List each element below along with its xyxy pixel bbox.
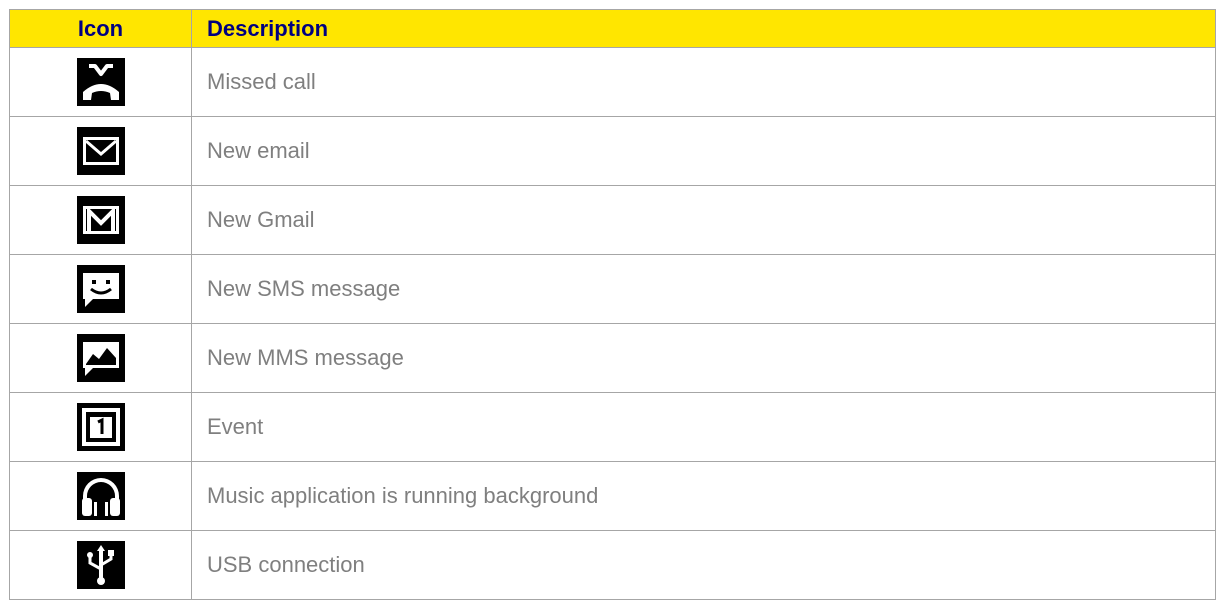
notification-icons-table: Icon Description Missed call New email N…	[9, 9, 1216, 600]
mms-message-icon	[76, 334, 125, 382]
icon-cell	[9, 530, 192, 600]
table-header-row: Icon Description	[9, 9, 1216, 48]
description-cell: New email	[191, 116, 1216, 186]
description-cell: Missed call	[191, 47, 1216, 117]
table-row: New Gmail	[9, 185, 1216, 255]
gmail-icon	[76, 196, 125, 244]
icon-cell	[9, 185, 192, 255]
icon-cell	[9, 47, 192, 117]
description-column-header: Description	[191, 9, 1216, 48]
email-icon	[76, 127, 125, 175]
icon-cell	[9, 116, 192, 186]
description-cell: Event	[191, 392, 1216, 462]
sms-message-icon	[76, 265, 125, 313]
icon-column-header: Icon	[9, 9, 192, 48]
table-row: New SMS message	[9, 254, 1216, 324]
description-cell: New MMS message	[191, 323, 1216, 393]
icon-cell	[9, 461, 192, 531]
table-row: Missed call	[9, 47, 1216, 117]
description-cell: New SMS message	[191, 254, 1216, 324]
table-row: Music application is running background	[9, 461, 1216, 531]
icon-cell	[9, 323, 192, 393]
description-cell: USB connection	[191, 530, 1216, 600]
missed-call-icon	[76, 58, 125, 106]
icon-cell	[9, 392, 192, 462]
table-row: New MMS message	[9, 323, 1216, 393]
table-row: Event	[9, 392, 1216, 462]
icon-cell	[9, 254, 192, 324]
calendar-event-icon	[76, 403, 125, 451]
table-row: New email	[9, 116, 1216, 186]
headphones-icon	[76, 472, 125, 520]
description-cell: Music application is running background	[191, 461, 1216, 531]
usb-icon	[76, 541, 125, 589]
table-row: USB connection	[9, 530, 1216, 600]
description-cell: New Gmail	[191, 185, 1216, 255]
